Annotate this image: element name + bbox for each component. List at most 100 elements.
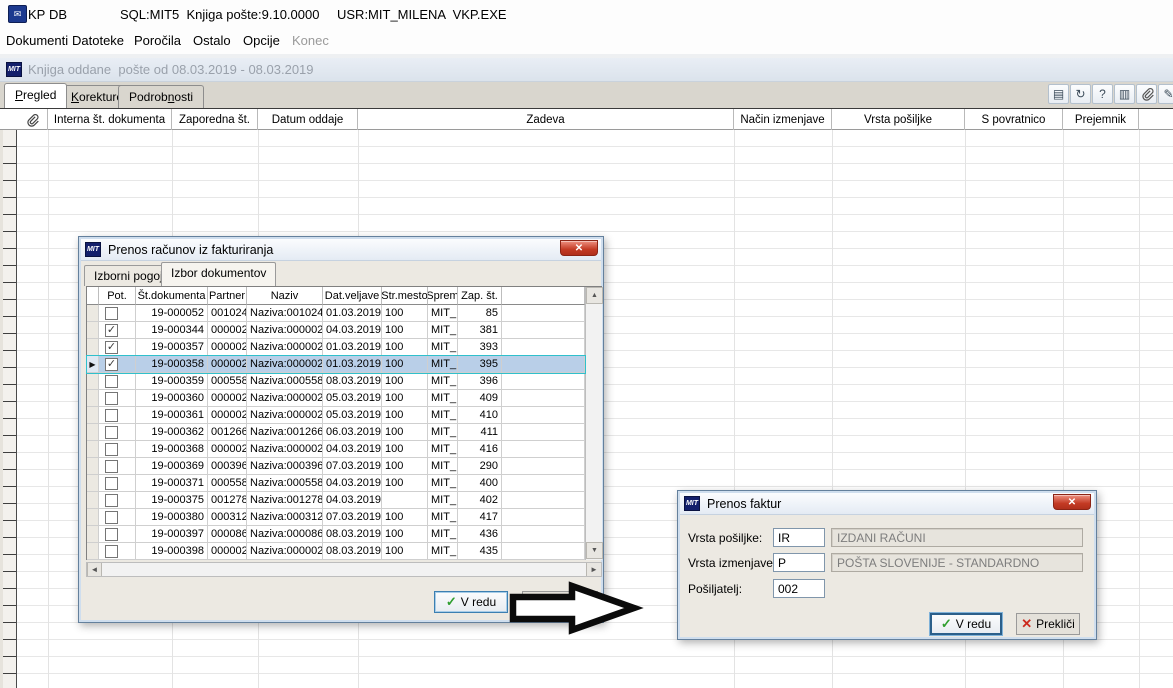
- checkbox-unchecked[interactable]: [105, 460, 118, 473]
- cell-check[interactable]: [99, 543, 136, 560]
- table-row[interactable]: 19-000398 000002 Naziva:000002 08.03.2019 10…: [87, 543, 585, 560]
- cell-partner: 000312: [208, 509, 247, 526]
- refresh-send-icon[interactable]: ↻: [1070, 84, 1091, 104]
- vertical-scrollbar[interactable]: ▲ ▼: [585, 287, 603, 560]
- cell-check[interactable]: [99, 424, 136, 441]
- table-row[interactable]: 19-000359 000558 Naziva:000558 08.03.2019 10…: [87, 373, 585, 390]
- checkbox-checked[interactable]: ✓: [105, 341, 118, 354]
- menu-item-datoteke[interactable]: Datoteke: [72, 33, 124, 48]
- attachments-cards-icon[interactable]: ▥: [1114, 84, 1135, 104]
- edit-pencil-icon[interactable]: ✎: [1158, 84, 1173, 104]
- tab-podrobnosti[interactable]: Podrobnosti: [118, 85, 205, 108]
- cell-check[interactable]: [99, 407, 136, 424]
- report-icon[interactable]: ▤: [1048, 84, 1069, 104]
- tab-pregled[interactable]: Pregled: [4, 83, 68, 108]
- column-header-8[interactable]: Prejemnik: [1063, 109, 1139, 130]
- cell-check[interactable]: [99, 390, 136, 407]
- table-row[interactable]: 19-000369 000396 Naziva:000396 07.03.2019 10…: [87, 458, 585, 475]
- checkbox-unchecked[interactable]: [105, 426, 118, 439]
- column-header-2[interactable]: Zaporedna št.: [172, 109, 258, 130]
- cell-check[interactable]: [99, 373, 136, 390]
- scroll-down-icon[interactable]: ▼: [586, 542, 603, 559]
- column-header-1[interactable]: Interna št. dokumenta: [48, 109, 172, 130]
- table-row[interactable]: 19-000371 000558 Naziva:000558 04.03.2019 10…: [87, 475, 585, 492]
- annotation-arrow-icon: [509, 581, 644, 635]
- table-row[interactable]: 19-000368 000002 Naziva:000002 04.03.2019 10…: [87, 441, 585, 458]
- table-row[interactable]: 19-000052 001024 Naziva:001024 01.03.2019 10…: [87, 305, 585, 322]
- menu-item-dokumenti[interactable]: Dokumenti: [6, 33, 68, 48]
- row-marker: [87, 543, 99, 560]
- cancel-button[interactable]: ✕ Prekliči: [1016, 613, 1080, 635]
- table-row[interactable]: 19-000362 001266 Naziva:001266 06.03.2019 10…: [87, 424, 585, 441]
- invoice-dialog-titlebar[interactable]: MIT Prenos faktur: [680, 493, 1094, 515]
- field-code-input-0[interactable]: IR: [773, 528, 825, 547]
- dialog-tab-izbor-dokumentov[interactable]: Izbor dokumentov: [161, 262, 277, 286]
- checkbox-unchecked[interactable]: [105, 375, 118, 388]
- column-header-5[interactable]: Način izmenjave: [734, 109, 832, 130]
- menu-item-poročila[interactable]: Poročila: [134, 33, 181, 48]
- cell-check[interactable]: [99, 305, 136, 322]
- table-row[interactable]: 19-000380 000312 Naziva:000312 07.03.2019 10…: [87, 509, 585, 526]
- cell-check[interactable]: [99, 526, 136, 543]
- column-header-6[interactable]: Vrsta pošiljke: [832, 109, 965, 130]
- cell-naziv: Naziva:000558: [247, 475, 323, 492]
- checkbox-unchecked[interactable]: [105, 545, 118, 558]
- cell-fill: [502, 543, 585, 560]
- checkbox-unchecked[interactable]: [105, 443, 118, 456]
- scroll-left-icon[interactable]: ◄: [87, 563, 102, 576]
- green-check-icon: ✓: [940, 616, 952, 631]
- table-row[interactable]: 19-000360 000002 Naziva:000002 05.03.2019 10…: [87, 390, 585, 407]
- help-window-icon[interactable]: ?: [1092, 84, 1113, 104]
- table-row[interactable]: 19-000361 000002 Naziva:000002 05.03.2019 10…: [87, 407, 585, 424]
- table-row[interactable]: ✓ 19-000344 000002 Naziva:000002 04.03.2019 1…: [87, 322, 585, 339]
- checkbox-unchecked[interactable]: [105, 528, 118, 541]
- checkbox-unchecked[interactable]: [105, 392, 118, 405]
- cell-doc: 19-000368: [136, 441, 208, 458]
- table-row[interactable]: 19-000397 000086 Naziva:000086 08.03.2019 10…: [87, 526, 585, 543]
- scroll-up-icon[interactable]: ▲: [586, 287, 603, 304]
- cell-check[interactable]: [99, 441, 136, 458]
- transfer-dialog-titlebar[interactable]: MIT Prenos računov iz fakturiranja: [81, 239, 601, 261]
- cancel-button-label: Prekliči: [1036, 617, 1075, 631]
- table-row[interactable]: ▶ ✓ 19-000358 000002 Naziva:000002 01.03.2019…: [87, 356, 585, 373]
- cell-datum: 07.03.2019: [323, 458, 382, 475]
- row-selector-strip: [0, 130, 17, 688]
- close-icon[interactable]: ✕: [560, 240, 598, 256]
- menu-item-opcije[interactable]: Opcije: [243, 33, 280, 48]
- cell-partner: 000558: [208, 475, 247, 492]
- cell-check[interactable]: [99, 475, 136, 492]
- cell-zap: 400: [458, 475, 502, 492]
- table-row[interactable]: ✓ 19-000357 000002 Naziva:000002 01.03.2019 1…: [87, 339, 585, 356]
- field-code-input-2[interactable]: 002: [773, 579, 825, 598]
- table-row[interactable]: 19-000375 001278 Naziva:001278 04.03.2019 MI…: [87, 492, 585, 509]
- checkbox-unchecked[interactable]: [105, 511, 118, 524]
- horizontal-scrollbar[interactable]: ◄ ►: [86, 562, 602, 577]
- paperclip-icon[interactable]: [1136, 84, 1157, 104]
- column-header-3[interactable]: Datum oddaje: [258, 109, 358, 130]
- row-marker: [87, 475, 99, 492]
- checkbox-unchecked[interactable]: [105, 494, 118, 507]
- checkbox-unchecked[interactable]: [105, 307, 118, 320]
- scroll-right-icon[interactable]: ►: [586, 563, 601, 576]
- menu-item-ostalo[interactable]: Ostalo: [193, 33, 231, 48]
- cell-check[interactable]: [99, 509, 136, 526]
- dialog-header-filler: [87, 287, 99, 305]
- checkbox-checked[interactable]: ✓: [105, 358, 118, 371]
- checkbox-unchecked[interactable]: [105, 477, 118, 490]
- cell-check[interactable]: ✓: [99, 339, 136, 356]
- checkbox-unchecked[interactable]: [105, 409, 118, 422]
- column-header-7[interactable]: S povratnico: [965, 109, 1063, 130]
- checkbox-checked[interactable]: ✓: [105, 324, 118, 337]
- column-header-4[interactable]: Zadeva: [358, 109, 734, 130]
- paperclip-column-header[interactable]: [17, 109, 48, 130]
- field-code-input-1[interactable]: P: [773, 553, 825, 572]
- ok-button[interactable]: ✓ V redu: [434, 591, 508, 613]
- cell-zap: 435: [458, 543, 502, 560]
- close-icon[interactable]: ✕: [1053, 494, 1091, 510]
- cell-sprem: MIT_: [428, 322, 458, 339]
- cell-check[interactable]: [99, 492, 136, 509]
- ok-button[interactable]: ✓ V redu: [930, 613, 1002, 635]
- cell-check[interactable]: ✓: [99, 322, 136, 339]
- cell-check[interactable]: ✓: [99, 356, 136, 373]
- cell-check[interactable]: [99, 458, 136, 475]
